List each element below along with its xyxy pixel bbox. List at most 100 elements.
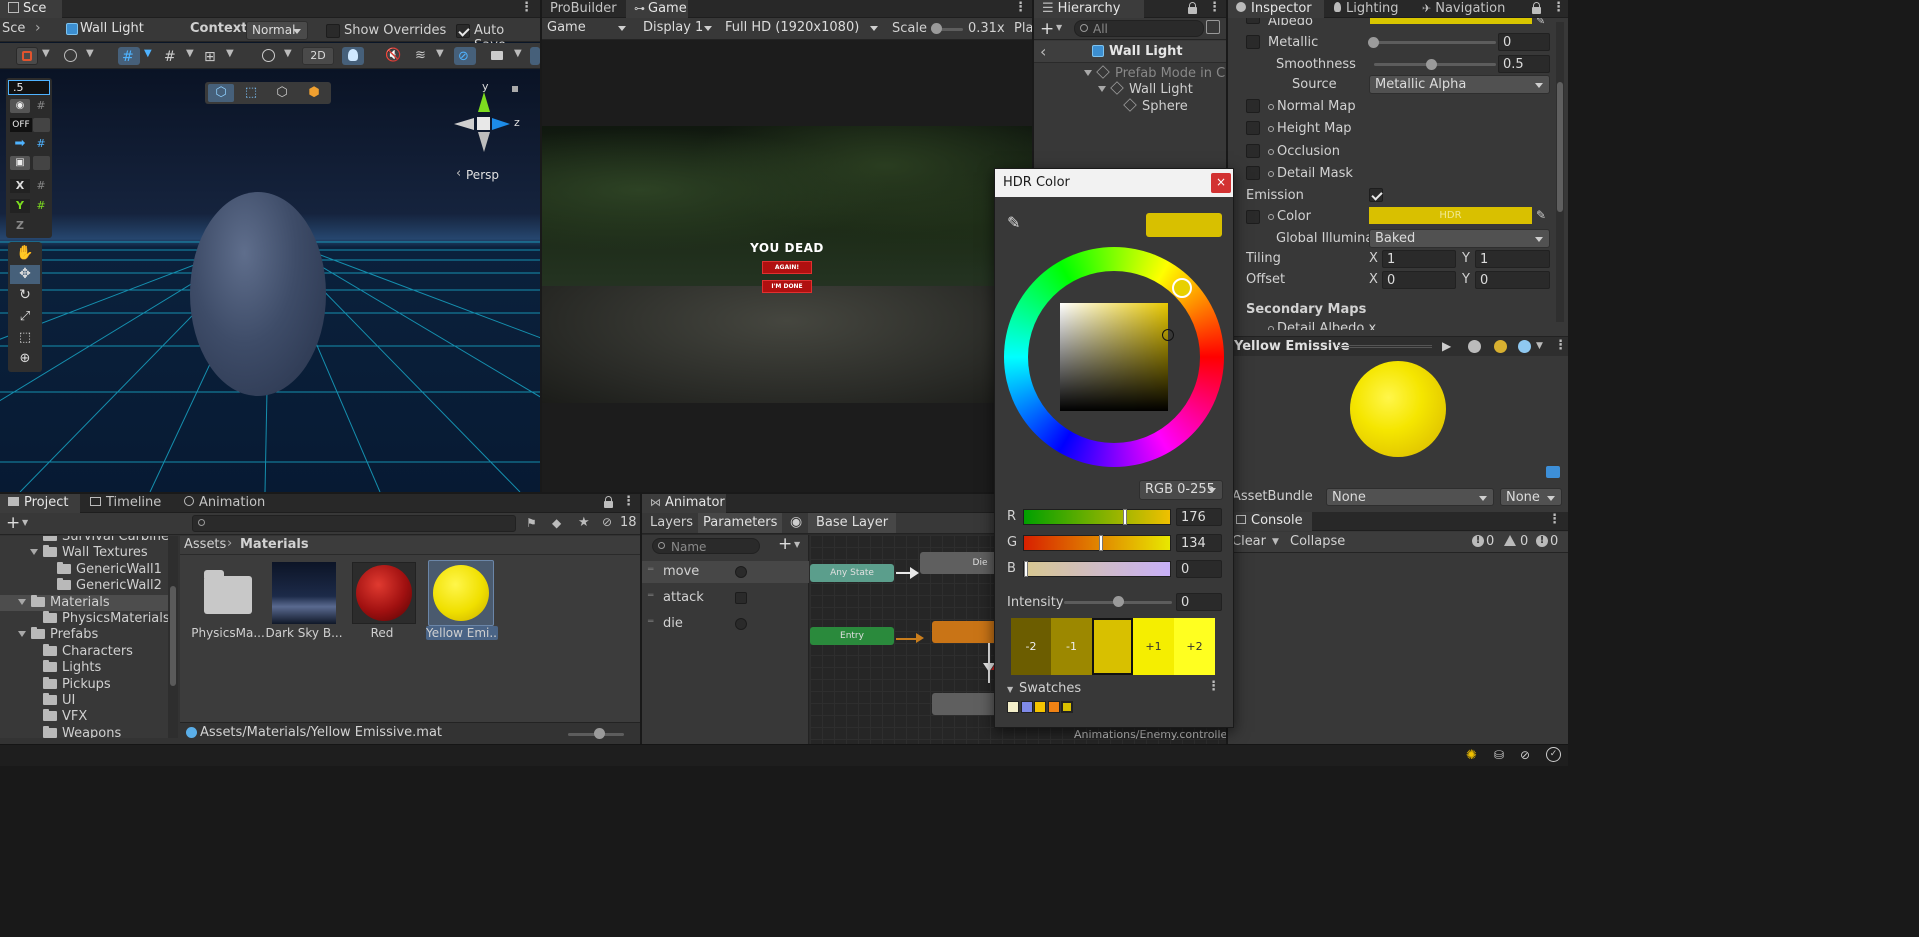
sphere-object[interactable] — [190, 192, 326, 396]
eyedropper-icon[interactable]: ✎ — [1536, 18, 1545, 27]
lock-icon[interactable] — [1532, 2, 1541, 14]
render-mode-button[interactable] — [258, 47, 280, 65]
rotate-tool-icon[interactable]: ↻ — [10, 286, 40, 305]
hidden-objects-toggle[interactable]: ⊘ — [454, 47, 476, 65]
chevron-down-icon[interactable]: ▼ — [226, 48, 234, 59]
hierarchy-root-label[interactable]: Wall Light — [1109, 44, 1183, 59]
sphere-preview-icon[interactable] — [1468, 340, 1481, 353]
toggle-2d-button[interactable]: 2D — [302, 47, 334, 65]
tab-hierarchy[interactable]: ☰ Hierarchy — [1034, 0, 1144, 18]
swatch[interactable] — [1007, 701, 1019, 713]
project-tree-item[interactable]: VFX — [0, 709, 168, 725]
metallic-value-field[interactable]: 0 — [1498, 33, 1550, 51]
arrow-right-icon[interactable]: ➡ — [10, 137, 30, 151]
swatch[interactable] — [1020, 701, 1033, 713]
eye-icon[interactable]: ◉ — [790, 514, 802, 530]
status-check-icon[interactable]: ✓ — [1546, 747, 1561, 762]
base-layer-crumb[interactable]: Base Layer — [808, 513, 897, 533]
add-parameter-icon[interactable]: + — [778, 534, 792, 554]
cube-icon[interactable]: ⬡ — [208, 84, 234, 102]
parameter-row[interactable]: ═ move — [642, 561, 809, 583]
snap-grid-button[interactable]: # — [118, 47, 140, 65]
metallic-texture-slot[interactable] — [1246, 35, 1260, 49]
swatch[interactable] — [1047, 701, 1060, 713]
asset-dark-sky[interactable] — [272, 562, 336, 624]
occlusion-slot[interactable] — [1246, 144, 1260, 158]
project-tree-item[interactable]: Survival Carbine — [0, 536, 168, 545]
smoothness-slider-knob[interactable] — [1426, 59, 1437, 70]
progress-light-icon[interactable]: ✺ — [1466, 748, 1477, 763]
r-slider[interactable] — [1023, 509, 1171, 525]
global-illum-dropdown[interactable]: Baked — [1369, 229, 1550, 248]
chevron-down-icon[interactable]: ▼ — [144, 48, 152, 59]
axis-x-toggle[interactable]: X — [10, 179, 30, 193]
scene-viewport[interactable]: ⬡ ⬚ ⬡ ⬢ y z Persp ‹ .5 ◉ # OFF ➡ # ▣ X #… — [0, 70, 540, 492]
im-done-button[interactable]: I'M DONE — [762, 280, 812, 293]
project-tree-item[interactable]: Weapons — [0, 725, 168, 738]
tab-project[interactable]: Project — [0, 494, 80, 513]
asset-folder[interactable] — [200, 566, 254, 620]
albedo-texture-slot[interactable] — [1246, 18, 1260, 24]
hidden-count-icon[interactable]: ⊘ — [602, 515, 612, 529]
tab-console[interactable]: Console — [1228, 512, 1312, 531]
lock-small-icon[interactable]: ▣ — [10, 156, 30, 170]
parameter-row[interactable]: ═ die — [642, 613, 809, 635]
r-slider-knob[interactable] — [1123, 509, 1127, 525]
close-button[interactable]: × — [1211, 173, 1231, 193]
metallic-slider-knob[interactable] — [1368, 37, 1379, 48]
again-button[interactable]: AGAIN! — [762, 261, 812, 274]
breadcrumb-prefab[interactable]: Wall Light — [80, 21, 144, 36]
rect-tool-icon[interactable]: ⬚ — [238, 84, 264, 102]
scale-slider-knob[interactable] — [931, 23, 942, 34]
asset-red-material[interactable] — [352, 562, 416, 624]
favorite-star-icon[interactable]: ★ — [578, 515, 590, 530]
node-any-state[interactable]: Any State — [810, 564, 894, 582]
hierarchy-item[interactable]: Wall Light — [1098, 81, 1193, 97]
game-viewport[interactable]: YOU DEAD AGAIN! I'M DONE — [542, 126, 1032, 403]
scene-menu-icon[interactable]: ⋮ — [520, 0, 533, 18]
play-focus-label[interactable]: Pla — [1014, 21, 1032, 36]
chevron-down-icon[interactable]: ▼ — [1056, 23, 1062, 32]
parameter-row[interactable]: ═ attack — [642, 587, 809, 609]
show-overrides-checkbox[interactable] — [326, 24, 340, 38]
trigger-radio[interactable] — [735, 566, 747, 578]
resolution-dropdown[interactable]: Full HD (1920x1080) — [720, 19, 884, 38]
error-icon[interactable]: ! — [1536, 535, 1548, 547]
chevron-down-icon[interactable]: ▼ — [1536, 341, 1543, 351]
g-value-field[interactable]: 134 — [1176, 534, 1222, 552]
expand-arrow-icon[interactable] — [18, 631, 26, 638]
drag-handle-icon[interactable]: ═ — [648, 617, 653, 627]
tab-timeline[interactable]: Timeline — [82, 494, 169, 513]
chevron-down-icon[interactable]: ▼ — [22, 518, 28, 527]
hierarchy-item[interactable]: Prefab Mode in Co — [1084, 65, 1226, 81]
lock-icon[interactable] — [604, 496, 613, 508]
breadcrumb-assets[interactable]: Assets — [184, 537, 226, 552]
color-mode-dropdown[interactable]: RGB 0-255 — [1139, 480, 1223, 500]
tag-icon[interactable] — [1546, 466, 1560, 478]
console-menu-icon[interactable]: ⋮ — [1548, 512, 1561, 530]
persp-label[interactable]: Persp — [466, 168, 499, 182]
g-slider-knob[interactable] — [1099, 535, 1103, 551]
chevron-down-icon[interactable]: ▼ — [284, 48, 292, 59]
drag-handle-icon[interactable]: ═ — [648, 591, 653, 601]
network-icon[interactable]: ⊘ — [1520, 748, 1530, 762]
intensity-value-field[interactable]: 0 — [1176, 593, 1222, 611]
game-menu-icon[interactable]: ⋮ — [1014, 0, 1027, 18]
effects-toggle-button[interactable]: ≋ — [410, 47, 432, 65]
emission-color-field[interactable]: HDR — [1369, 207, 1532, 224]
lights-icon[interactable] — [1494, 340, 1507, 353]
gizmo-z-axis[interactable] — [492, 118, 510, 130]
bool-checkbox[interactable] — [735, 592, 747, 604]
project-tree-item[interactable]: Prefabs — [0, 627, 168, 643]
tab-game[interactable]: ⊶ Game — [626, 0, 688, 18]
swatch[interactable] — [1034, 701, 1046, 713]
inspector-menu-icon[interactable]: ⋮ — [1552, 0, 1565, 18]
gizmo-neg-y-axis[interactable] — [478, 132, 490, 152]
swatches-label[interactable]: Swatches — [1019, 681, 1081, 696]
off-label[interactable]: OFF — [10, 118, 32, 132]
source-dropdown[interactable]: Metallic Alpha — [1369, 75, 1550, 94]
tab-animation[interactable]: Animation — [176, 494, 273, 513]
gizmo-center[interactable] — [477, 117, 490, 130]
cache-server-icon[interactable]: ⛁ — [1494, 748, 1504, 762]
offset-x-field[interactable]: 0 — [1382, 271, 1456, 289]
